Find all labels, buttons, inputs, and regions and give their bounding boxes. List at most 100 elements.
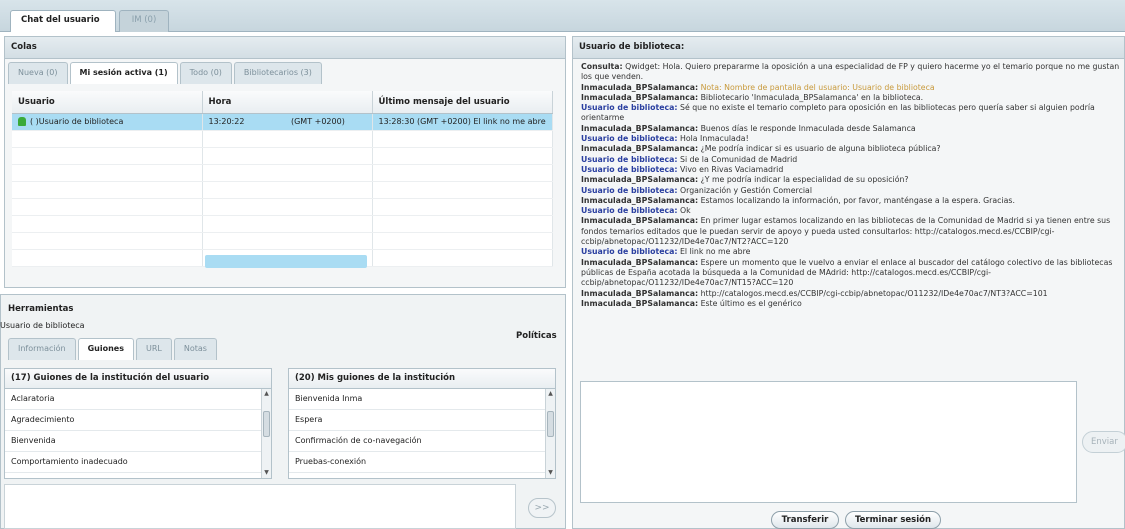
table-row <box>12 198 553 216</box>
tab-nueva[interactable]: Nueva (0) <box>8 62 68 84</box>
chat-message-sender: Inmaculada_BPSalamanca: <box>581 298 699 308</box>
list-scrollbar[interactable]: ▲ ▼ <box>261 389 271 478</box>
chat-message-sender: Usuario de biblioteca: <box>581 164 678 174</box>
tab-guiones[interactable]: Guiones <box>77 338 134 360</box>
table-row <box>12 232 553 250</box>
send-button[interactable]: Enviar <box>1082 431 1125 453</box>
chat-transcript: Consulta: Qwidget: Hola. Quiero preparar… <box>581 62 1121 309</box>
list-item[interactable]: Agradecimiento <box>5 410 271 431</box>
top-tab-bar: Chat del usuario IM (0) <box>0 0 1125 32</box>
chat-message: Inmaculada_BPSalamanca: http://catalogos… <box>581 289 1121 299</box>
politicas-link[interactable]: Políticas <box>516 331 559 341</box>
chat-message-text: Ok <box>677 206 691 216</box>
chat-message: Inmaculada_BPSalamanca: Estamos localiza… <box>581 196 1121 206</box>
cell-hora: 13:20:22 (GMT +0200) <box>202 113 373 131</box>
chat-message: Inmaculada_BPSalamanca: Buenos días le r… <box>581 124 1121 134</box>
scroll-thumb[interactable] <box>547 411 554 437</box>
tab-mi-sesion-activa[interactable]: Mi sesión activa (1) <box>69 62 178 84</box>
chat-message-text: Buenos días le responde Inmaculada desde… <box>698 123 916 133</box>
list-item[interactable]: Aclaratoria <box>5 389 271 410</box>
chat-message-text: ¿Y me podría indicar la especialidad de … <box>698 175 909 185</box>
tab-bibliotecarios[interactable]: Bibliotecarios (3) <box>233 62 322 84</box>
chat-message: Inmaculada_BPSalamanca: Este último es e… <box>581 299 1121 309</box>
chat-message: Consulta: Qwidget: Hola. Quiero preparar… <box>581 62 1121 83</box>
chat-message-text: http://catalogos.mecd.es/CCBIP/cgi-ccbip… <box>698 288 1048 298</box>
list-item[interactable]: Comportamiento inadecuado <box>5 452 271 473</box>
chat-message: Usuario de biblioteca: Si de la Comunida… <box>581 155 1121 165</box>
tab-chat-del-usuario[interactable]: Chat del usuario <box>10 10 116 32</box>
sessions-table: Usuario Hora Último mensaje del usuario … <box>12 91 553 267</box>
tab-im[interactable]: IM (0) <box>119 10 169 32</box>
chat-message: Inmaculada_BPSalamanca: ¿Me podría indic… <box>581 144 1121 154</box>
chat-message-sender: Usuario de biblioteca: <box>581 185 678 195</box>
list-item[interactable]: Bienvenida Inma <box>289 389 555 410</box>
script-preview-box[interactable] <box>4 484 516 529</box>
list-item[interactable]: Espera <box>289 410 555 431</box>
chat-message-text: Estamos localizando la información, por … <box>698 195 1015 205</box>
chat-message: Usuario de biblioteca: Ok <box>581 206 1121 216</box>
reply-textarea[interactable] <box>580 381 1077 503</box>
scroll-down-icon[interactable]: ▼ <box>263 469 270 477</box>
table-row <box>12 130 553 148</box>
row-timezone: (GMT +0200) <box>290 117 345 126</box>
chat-message-text: Qwidget: Hola. Quiero prepararme la opos… <box>581 62 1120 82</box>
tab-todo[interactable]: Todo (0) <box>179 62 232 84</box>
list-item[interactable]: Confirmación de co-navegación <box>289 431 555 452</box>
column-header-usuario[interactable]: Usuario <box>12 91 203 114</box>
row-user-name: ( )Usuario de biblioteca <box>30 117 124 126</box>
chat-message-text: Vivo en Rivas Vaciamadrid <box>677 164 784 174</box>
institution-scripts-list: (17) Guiones de la institución del usuar… <box>4 368 272 479</box>
horizontal-scrollbar[interactable] <box>205 255 367 268</box>
table-row <box>12 147 553 165</box>
table-row <box>12 215 553 233</box>
chat-message-sender: Consulta: <box>581 62 623 71</box>
chat-message-sender: Inmaculada_BPSalamanca: <box>581 195 699 205</box>
chat-message: Usuario de biblioteca: El link no me abr… <box>581 247 1121 257</box>
scroll-up-icon[interactable]: ▲ <box>263 390 270 398</box>
colas-title: Colas <box>5 37 565 59</box>
chat-message: Inmaculada_BPSalamanca: Bibliotecario 'I… <box>581 93 1121 103</box>
scroll-down-icon[interactable]: ▼ <box>547 469 554 477</box>
chat-message: Inmaculada_BPSalamanca: En primer lugar … <box>581 216 1121 247</box>
my-scripts-header: (20) Mis guiones de la institución <box>289 369 555 389</box>
chat-title: Usuario de biblioteca: <box>573 37 1124 59</box>
chat-message-sender: Usuario de biblioteca: <box>581 247 678 257</box>
chat-message-sender: Inmaculada_BPSalamanca: <box>581 257 699 267</box>
my-scripts-list: (20) Mis guiones de la institución Bienv… <box>288 368 556 479</box>
tab-notas[interactable]: Notas <box>173 338 217 360</box>
chat-message: Inmaculada_BPSalamanca: Nota: Nombre de … <box>581 83 1121 93</box>
end-session-button[interactable]: Terminar sesión <box>845 511 941 529</box>
tab-url[interactable]: URL <box>135 338 172 360</box>
cell-ultimo-mensaje: 13:28:30 (GMT +0200) El link no me abre <box>372 113 553 131</box>
chat-message-sender: Inmaculada_BPSalamanca: <box>581 92 699 102</box>
herramientas-user: Usuario de biblioteca <box>0 321 85 330</box>
list-scrollbar[interactable]: ▲ ▼ <box>545 389 555 478</box>
chat-message: Usuario de biblioteca: Sé que no existe … <box>581 103 1121 124</box>
chat-message-sender: Inmaculada_BPSalamanca: <box>581 216 699 226</box>
scroll-thumb[interactable] <box>263 411 270 437</box>
column-header-hora[interactable]: Hora <box>202 91 373 114</box>
tab-informacion[interactable]: Información <box>8 338 76 360</box>
chat-message-text: Bibliotecario 'Inmaculada_BPSalamanca' e… <box>698 92 924 102</box>
list-item[interactable]: Pruebas-conexión <box>289 452 555 473</box>
chat-message: Inmaculada_BPSalamanca: Espere un moment… <box>581 258 1121 289</box>
forward-script-button[interactable]: >> <box>528 498 556 518</box>
chat-message-text: Nota: Nombre de pantalla del usuario: Us… <box>698 82 935 92</box>
chat-message-sender: Inmaculada_BPSalamanca: <box>581 82 699 92</box>
scroll-up-icon[interactable]: ▲ <box>547 390 554 398</box>
transfer-button[interactable]: Transferir <box>771 511 839 529</box>
table-row[interactable]: ( )Usuario de biblioteca 13:20:22 (GMT +… <box>12 113 553 131</box>
institution-scripts-header: (17) Guiones de la institución del usuar… <box>5 369 271 389</box>
chat-message-sender: Inmaculada_BPSalamanca: <box>581 175 699 185</box>
list-item[interactable]: Bienvenida <box>5 431 271 452</box>
chat-message-text: Organización y Gestión Comercial <box>677 185 812 195</box>
chat-message-text: El link no me abre <box>677 247 751 257</box>
chat-message-sender: Usuario de biblioteca: <box>581 154 678 164</box>
row-hora: 13:20:22 <box>208 117 245 126</box>
chat-message-sender: Usuario de biblioteca: <box>581 134 678 144</box>
chat-message-text: Este último es el genérico <box>698 298 802 308</box>
chat-message-sender: Usuario de biblioteca: <box>581 206 678 216</box>
cell-usuario: ( )Usuario de biblioteca <box>12 113 203 131</box>
colas-tabs: Nueva (0) Mi sesión activa (1) Todo (0) … <box>8 62 324 84</box>
column-header-ultimo-mensaje[interactable]: Último mensaje del usuario <box>372 91 553 114</box>
